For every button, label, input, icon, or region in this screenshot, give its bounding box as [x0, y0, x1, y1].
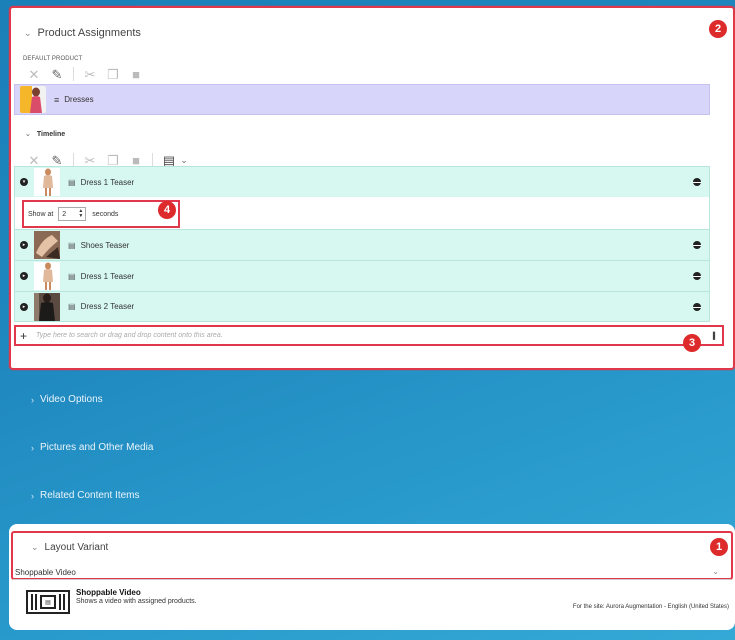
- timeline-toolbar: ✕ ✎ ✂ ❐ ■ ▤ ⌄: [27, 153, 191, 167]
- teaser-icon: ▤: [68, 177, 76, 187]
- timeline-item-detail: Show at 2 ▲ ▼ seconds 4: [14, 197, 710, 229]
- globe-icon: [693, 178, 701, 186]
- stepper-icon[interactable]: ▲ ▼: [78, 209, 83, 219]
- expand-icon[interactable]: ▸: [20, 241, 28, 249]
- timeline-search-bar[interactable]: + Type here to search or drag and drop c…: [14, 325, 724, 346]
- close-icon[interactable]: ✕: [27, 67, 41, 81]
- annotation-badge-1: 1: [710, 538, 728, 556]
- dress-2-thumbnail: [34, 292, 60, 321]
- variant-description: Shows a video with assigned products.: [76, 598, 197, 605]
- annotation-badge-4: 4: [158, 201, 176, 219]
- product-assignments-title: Product Assignments: [37, 27, 141, 39]
- chevron-down-icon: ⌄: [31, 542, 39, 552]
- timeline-item[interactable]: ▸ ▤ Shoes Teaser: [14, 229, 710, 260]
- section-related-content[interactable]: › Related Content Items: [31, 490, 140, 501]
- globe-icon: [693, 241, 701, 249]
- chevron-down-icon: ⌄: [24, 27, 32, 38]
- teaser-icon: ▤: [68, 271, 76, 281]
- layout-variant-highlight: [11, 531, 733, 580]
- timeline-item[interactable]: ▾ ▤ Dress 1 Teaser: [14, 166, 710, 197]
- timeline-item-label: Dress 1 Teaser: [80, 177, 135, 187]
- timeline-item-label: Dress 2 Teaser: [80, 302, 135, 311]
- search-input[interactable]: Type here to search or drag and drop con…: [36, 332, 712, 339]
- section-title: Related Content Items: [40, 490, 140, 501]
- film-strip-left: [31, 594, 37, 610]
- timeline-header[interactable]: ⌄ Timeline: [25, 130, 66, 139]
- product-assignments-header[interactable]: ⌄ Product Assignments: [24, 27, 141, 39]
- film-strip-right: [59, 594, 65, 610]
- annotation-badge-2: 2: [709, 20, 727, 38]
- toolbar-divider: [152, 153, 153, 167]
- paste-icon[interactable]: ■: [129, 153, 143, 167]
- timeline-title: Timeline: [36, 130, 66, 138]
- default-product-name: Dresses: [64, 95, 94, 104]
- library-icon[interactable]: ∥: [712, 331, 716, 340]
- film-frame: ▤: [40, 595, 56, 609]
- show-at-input[interactable]: 2 ▲ ▼: [58, 207, 87, 221]
- timeline-item[interactable]: ▸ ▤ Dress 1 Teaser: [14, 260, 710, 291]
- site-note: For the site: Aurora Augmentation - Engl…: [572, 604, 729, 610]
- new-content-icon[interactable]: ▤: [162, 153, 176, 167]
- chevron-right-icon: ›: [31, 442, 34, 453]
- cut-icon[interactable]: ✂: [83, 67, 97, 81]
- section-title: Video Options: [40, 394, 103, 405]
- collapse-icon[interactable]: ▾: [20, 178, 28, 186]
- select-underline: [13, 579, 731, 580]
- teaser-icon: ▤: [68, 302, 76, 311]
- chevron-down-icon: ⌄: [25, 131, 31, 138]
- dress-1-thumbnail: [34, 262, 60, 290]
- section-title: Pictures and Other Media: [40, 442, 154, 453]
- expand-icon[interactable]: ▸: [20, 272, 28, 280]
- chevron-down-icon[interactable]: ⌄: [177, 153, 191, 167]
- layout-variant-select[interactable]: Shoppable Video: [15, 568, 76, 577]
- seconds-label: seconds: [92, 210, 119, 218]
- chevron-down-icon[interactable]: ⌄: [712, 567, 719, 576]
- copy-icon[interactable]: ❐: [106, 153, 120, 167]
- chevron-right-icon: ›: [31, 490, 34, 501]
- annotation-badge-3: 3: [683, 334, 701, 352]
- timeline-item[interactable]: ▸ ▤ Dress 2 Teaser: [14, 291, 710, 322]
- shoppable-video-icon: ▤: [26, 590, 70, 614]
- edit-icon[interactable]: ✎: [50, 153, 64, 167]
- chevron-right-icon: ›: [31, 394, 34, 405]
- expand-icon[interactable]: ▸: [20, 302, 28, 311]
- globe-icon: [693, 303, 701, 311]
- teaser-icon: ▤: [68, 240, 76, 250]
- paste-icon[interactable]: ■: [129, 67, 143, 81]
- section-video-options[interactable]: › Video Options: [31, 394, 103, 405]
- layout-variant-header[interactable]: ⌄ Layout Variant: [31, 542, 108, 553]
- show-at-value: 2: [62, 210, 67, 218]
- section-pictures-media[interactable]: › Pictures and Other Media: [31, 442, 153, 453]
- variant-title: Shoppable Video: [76, 588, 141, 597]
- copy-icon[interactable]: ❐: [106, 67, 120, 81]
- layout-variant-title: Layout Variant: [44, 542, 109, 553]
- timeline-item-label: Shoes Teaser: [80, 240, 130, 250]
- toolbar-divider: [73, 67, 74, 81]
- plus-icon[interactable]: +: [20, 329, 30, 343]
- default-product-label: DEFAULT PRODUCT: [23, 56, 83, 62]
- timeline-list: ▾ ▤ Dress 1 Teaser Show at 2 ▲ ▼ seconds …: [14, 166, 710, 322]
- show-at-label: Show at: [28, 210, 54, 218]
- show-at-control: Show at 2 ▲ ▼ seconds: [22, 200, 180, 228]
- default-product-toolbar: ✕ ✎ ✂ ❐ ■: [27, 67, 143, 81]
- dress-1-thumbnail: [34, 168, 60, 196]
- edit-icon[interactable]: ✎: [50, 67, 64, 81]
- dresses-thumbnail: [20, 86, 46, 113]
- toolbar-divider: [73, 153, 74, 167]
- close-icon[interactable]: ✕: [27, 153, 41, 167]
- shoes-thumbnail: [34, 231, 60, 259]
- default-product-row[interactable]: ≡ Dresses: [14, 84, 710, 115]
- cut-icon[interactable]: ✂: [83, 153, 97, 167]
- globe-icon: [693, 272, 701, 280]
- timeline-item-label: Dress 1 Teaser: [80, 271, 135, 281]
- category-list-icon: ≡: [54, 94, 60, 105]
